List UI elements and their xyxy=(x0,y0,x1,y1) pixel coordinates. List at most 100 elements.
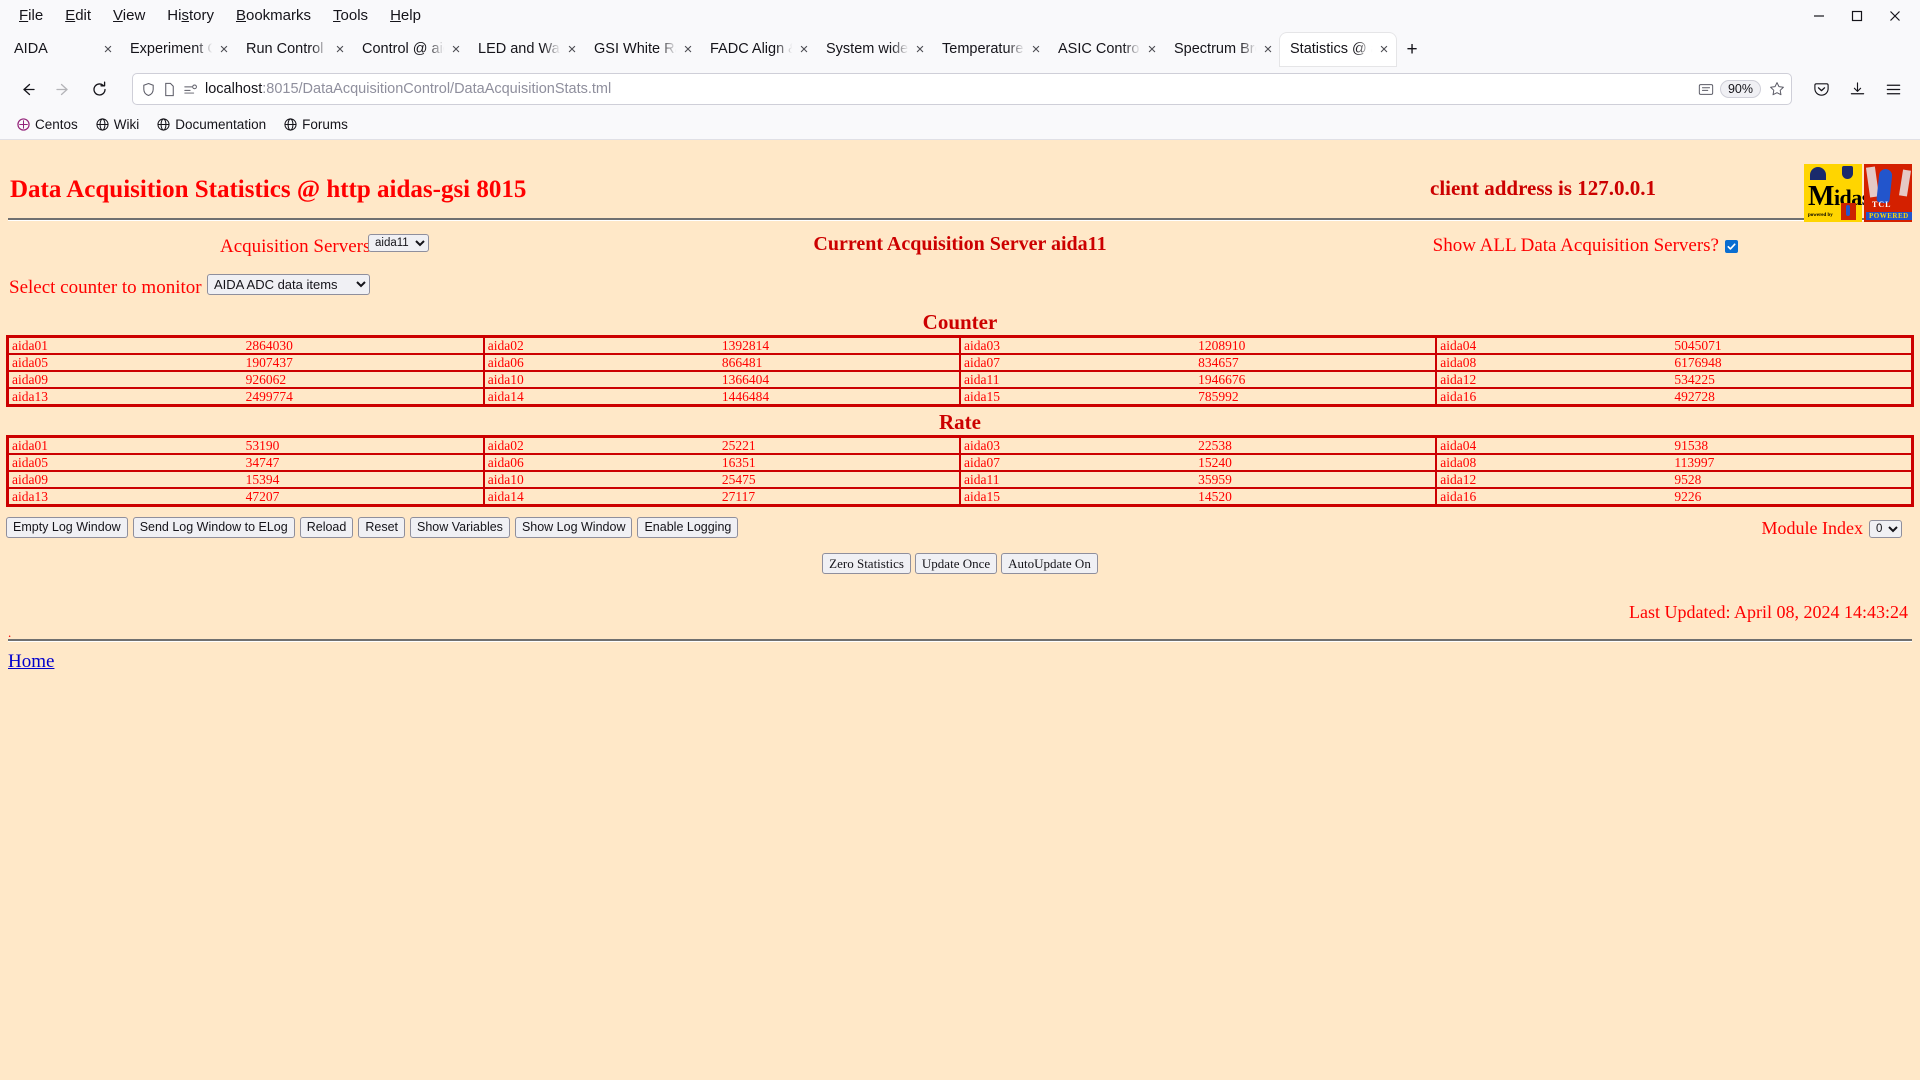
minimize-icon[interactable] xyxy=(1800,0,1838,31)
menu-item-file[interactable]: File xyxy=(8,5,54,26)
counter-select[interactable]: AIDA ADC data itemsAIDA ADC data rateAID… xyxy=(207,274,370,295)
browser-tab[interactable]: Experiment Control @× xyxy=(120,33,236,66)
menu-item-history[interactable]: History xyxy=(156,5,225,26)
server-value-cell: 25475 xyxy=(721,470,962,489)
tab-close-icon[interactable]: × xyxy=(1376,41,1392,58)
menu-item-edit[interactable]: Edit xyxy=(54,5,102,26)
permissions-icon[interactable] xyxy=(183,82,199,97)
tab-close-icon[interactable]: × xyxy=(796,41,812,58)
log-action-button[interactable]: Show Variables xyxy=(410,517,510,538)
menu-item-tools[interactable]: Tools xyxy=(322,5,379,26)
zoom-level-badge[interactable]: 90% xyxy=(1719,80,1761,98)
statistics-table: aida01 2864030 aida02 1392814 aida03 1208910 a… xyxy=(6,335,1914,407)
browser-tab[interactable]: Spectrum Browser @ a× xyxy=(1164,33,1280,66)
tab-label: System wide Checks @ xyxy=(826,41,910,57)
statistics-action-button[interactable]: Zero Statistics xyxy=(822,553,911,574)
browser-tab[interactable]: Temperature and stat× xyxy=(932,33,1048,66)
tab-label: GSI White Rabbit Time xyxy=(594,41,678,57)
show-all-servers-checkbox[interactable] xyxy=(1725,239,1738,253)
statistics-tables: Counter aida01 2864030 aida02 1392814 aida03 1… xyxy=(0,311,1920,507)
tab-close-icon[interactable]: × xyxy=(100,41,116,58)
new-tab-button[interactable]: + xyxy=(1396,34,1428,66)
log-action-button[interactable]: Show Log Window xyxy=(514,517,633,538)
bookmark-item[interactable]: Wiki xyxy=(89,114,147,135)
tab-close-icon[interactable]: × xyxy=(912,41,928,58)
address-bar[interactable]: localhost:8015/DataAcquisitionControl/Da… xyxy=(132,73,1792,105)
tab-close-icon[interactable]: × xyxy=(332,41,348,58)
server-value-cell: 926062 xyxy=(245,370,485,389)
tab-close-icon[interactable]: × xyxy=(448,41,464,58)
pocket-icon[interactable] xyxy=(1804,73,1838,105)
bookmark-item[interactable]: Documentation xyxy=(150,114,273,135)
log-action-button[interactable]: Empty Log Window xyxy=(6,517,128,538)
tab-label: Statistics @ aidas-gsi xyxy=(1290,41,1374,57)
toolbar-right xyxy=(1804,73,1910,105)
server-value-cell: 866481 xyxy=(721,353,962,372)
acquisition-server-select[interactable]: aida01aida02aida03aida04aida05aida06aida… xyxy=(368,234,429,252)
server-name-cell: aida04 xyxy=(1435,335,1675,355)
tcl-swoosh-right xyxy=(1899,169,1911,197)
footer-divider xyxy=(8,639,1912,642)
browser-tab[interactable]: System wide Checks @× xyxy=(816,33,932,66)
tab-close-icon[interactable]: × xyxy=(1260,41,1276,58)
bookmark-label: Wiki xyxy=(113,117,140,132)
server-name-cell: aida10 xyxy=(482,470,722,489)
server-value-cell: 1907437 xyxy=(245,353,485,372)
menu-item-help[interactable]: Help xyxy=(379,5,432,26)
server-name-cell: aida16 xyxy=(1435,487,1675,507)
browser-tab[interactable]: LED and Waveform Co× xyxy=(468,33,584,66)
server-name-cell: aida02 xyxy=(482,435,722,455)
browser-tab[interactable]: Run Control @ aidas-gsi× xyxy=(236,33,352,66)
log-action-button[interactable]: Send Log Window to ELog xyxy=(132,517,295,538)
tab-label: Control @ aidas-gsi 8 xyxy=(362,41,446,57)
midas-dome-shape xyxy=(1810,167,1826,180)
server-value-cell: 34747 xyxy=(245,453,485,472)
server-name-cell: aida09 xyxy=(6,470,246,489)
tab-close-icon[interactable]: × xyxy=(564,41,580,58)
app-menu-icon[interactable] xyxy=(1876,73,1910,105)
browser-tab[interactable]: FADC Align & Control× xyxy=(700,33,816,66)
log-action-button[interactable]: Reload xyxy=(299,517,354,538)
menu-item-view[interactable]: View xyxy=(102,5,156,26)
statistics-action-button[interactable]: Update Once xyxy=(914,553,998,574)
browser-tab[interactable]: GSI White Rabbit Time× xyxy=(584,33,700,66)
midas-logo-icon: Midas powered by xyxy=(1804,164,1870,222)
bookmark-star-icon[interactable] xyxy=(1769,81,1785,97)
browser-tab[interactable]: AIDA × xyxy=(4,33,120,66)
tab-label: Spectrum Browser @ a xyxy=(1174,41,1258,57)
tab-label: Run Control @ aidas-gsi xyxy=(246,41,330,57)
close-icon[interactable] xyxy=(1876,0,1914,31)
bookmark-label: Centos xyxy=(35,117,78,132)
tab-close-icon[interactable]: × xyxy=(1028,41,1044,58)
module-index-select[interactable]: 01234567 xyxy=(1869,519,1902,538)
back-arrow-icon[interactable] xyxy=(10,73,44,105)
show-all-servers-row: Show ALL Data Acquisition Servers? xyxy=(1433,235,1738,257)
server-name-cell: aida01 xyxy=(6,335,246,355)
tab-close-icon[interactable]: × xyxy=(216,41,232,58)
server-name-cell: aida13 xyxy=(6,387,246,407)
bookmark-item[interactable]: Centos xyxy=(10,114,85,135)
browser-tab[interactable]: ASIC Control @ aidas-× xyxy=(1048,33,1164,66)
server-value-cell: 2864030 xyxy=(245,335,485,355)
browser-tab[interactable]: Statistics @ aidas-gsi× xyxy=(1280,33,1396,66)
server-name-cell: aida14 xyxy=(482,487,722,507)
log-action-button[interactable]: Enable Logging xyxy=(637,517,739,538)
server-value-cell: 14520 xyxy=(1198,487,1438,507)
server-name-cell: aida05 xyxy=(6,353,246,372)
downloads-icon[interactable] xyxy=(1840,73,1874,105)
tab-close-icon[interactable]: × xyxy=(680,41,696,58)
home-link[interactable]: Home xyxy=(0,651,54,673)
log-action-button[interactable]: Reset xyxy=(358,517,405,538)
reader-view-icon[interactable] xyxy=(1698,82,1714,97)
midas-wordmark: Midas xyxy=(1808,181,1870,212)
statistics-action-button[interactable]: AutoUpdate On xyxy=(1001,553,1098,574)
reload-icon[interactable] xyxy=(82,73,116,105)
maximize-icon[interactable] xyxy=(1838,0,1876,31)
server-name-cell: aida02 xyxy=(482,335,722,355)
bookmark-item[interactable]: Forums xyxy=(277,114,355,135)
server-value-cell: 91538 xyxy=(1674,435,1914,455)
browser-tab[interactable]: Control @ aidas-gsi 8× xyxy=(352,33,468,66)
menu-item-bookmarks[interactable]: Bookmarks xyxy=(225,5,322,26)
tab-close-icon[interactable]: × xyxy=(1144,41,1160,58)
server-value-cell: 1366404 xyxy=(721,370,962,389)
